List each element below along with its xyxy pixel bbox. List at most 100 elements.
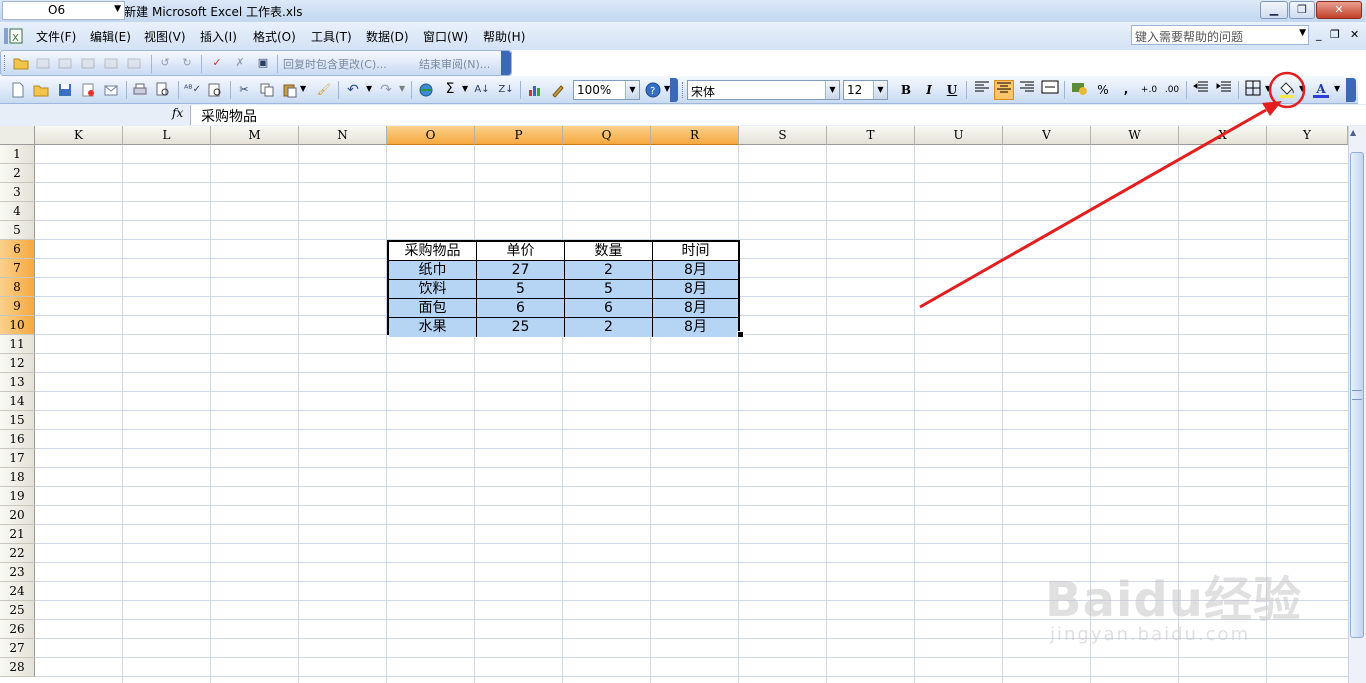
column-header-o[interactable]: O [387,126,475,145]
new-document-icon[interactable] [10,82,26,98]
table-header-cell[interactable]: 单价 [477,242,565,261]
menu-file[interactable]: 文件(F) [36,28,76,45]
workbook-minimize-button[interactable]: _ [1316,28,1322,41]
chevron-down-icon[interactable]: ▼ [366,84,372,93]
merge-center-button[interactable] [1040,80,1060,100]
help-search-input[interactable]: 键入需要帮助的问题 ▼ [1131,25,1309,45]
format-painter-icon[interactable]: 🖌 [316,82,332,98]
name-box[interactable]: O6 ▼ [2,1,125,20]
send-review-icon[interactable] [57,55,73,71]
menu-view[interactable]: 视图(V) [144,28,186,45]
chevron-down-icon[interactable]: ▼ [300,84,306,93]
column-header-l[interactable]: L [123,126,211,145]
sort-descending-icon[interactable]: Z↓ [498,82,514,98]
permission-icon[interactable] [80,82,96,98]
italic-button[interactable]: I [919,80,939,100]
open-folder-icon[interactable] [33,82,49,98]
row-header-15[interactable]: 15 [0,411,35,430]
row-header-22[interactable]: 22 [0,544,35,563]
hyperlink-icon[interactable] [418,82,434,98]
bold-button[interactable]: B [896,80,916,100]
drawing-icon[interactable] [550,82,566,98]
print-icon[interactable] [132,82,148,98]
chevron-down-icon[interactable]: ▼ [1299,28,1306,38]
column-header-v[interactable]: V [1003,126,1091,145]
column-header-w[interactable]: W [1091,126,1179,145]
table-cell[interactable]: 27 [477,261,565,280]
row-header-7[interactable]: 7 [0,259,35,278]
menu-insert[interactable]: 插入(I) [200,28,237,45]
fill-handle[interactable] [737,331,744,338]
chevron-down-icon[interactable]: ▼ [873,81,887,99]
align-center-button[interactable] [994,80,1014,100]
toolbar-grip[interactable] [682,82,686,98]
row-header-18[interactable]: 18 [0,468,35,487]
table-cell[interactable]: 8月 [653,299,738,318]
spelling-icon[interactable]: ᴬᴮ✓ [184,82,201,98]
table-header-cell[interactable]: 数量 [565,242,653,261]
align-right-button[interactable] [1017,80,1037,100]
toolbar-options-icon[interactable] [1346,78,1356,102]
table-cell[interactable]: 8月 [653,318,738,337]
row-header-6[interactable]: 6 [0,240,35,259]
row-header-28[interactable]: 28 [0,658,35,677]
row-header-27[interactable]: 27 [0,639,35,658]
font-size-select[interactable]: 12 ▼ [843,80,888,100]
next-change-icon[interactable]: ↻ [179,55,195,71]
end-review-button[interactable]: 结束审阅(N)... [419,56,490,72]
table-cell[interactable]: 2 [565,318,653,337]
row-header-24[interactable]: 24 [0,582,35,601]
chevron-down-icon[interactable]: ▼ [462,84,468,93]
borders-icon[interactable] [1243,80,1263,100]
restore-button[interactable]: ❐ [1289,1,1315,19]
chevron-down-icon[interactable]: ▼ [1334,84,1340,93]
table-cell[interactable]: 8月 [653,261,738,280]
underline-button[interactable]: U [942,80,962,100]
row-header-21[interactable]: 21 [0,525,35,544]
insert-function-icon[interactable]: fx [172,106,183,120]
comma-style-button[interactable]: , [1116,79,1136,99]
table-cell[interactable]: 5 [565,280,653,299]
column-header-u[interactable]: U [915,126,1003,145]
table-header-cell[interactable]: 采购物品 [389,242,477,261]
reply-with-changes-button[interactable]: 回复时包含更改(C)... [283,56,387,72]
row-header-9[interactable]: 9 [0,297,35,316]
formula-input[interactable]: 采购物品 [190,105,1366,125]
new-folder-icon[interactable] [13,55,29,71]
table-cell[interactable]: 6 [565,299,653,318]
menu-tools[interactable]: 工具(T) [311,28,352,45]
row-header-8[interactable]: 8 [0,278,35,297]
workbook-close-button[interactable]: ✕ [1350,28,1359,41]
chevron-down-icon[interactable]: ▼ [1265,84,1271,93]
menu-help[interactable]: 帮助(H) [483,28,525,45]
table-cell[interactable]: 水果 [389,318,477,337]
decrease-indent-button[interactable] [1191,80,1211,100]
redo-icon[interactable]: ↷ [378,82,394,98]
column-header-s[interactable]: S [739,126,827,145]
toolbar-options-icon[interactable] [670,78,678,102]
chevron-down-icon[interactable]: ▼ [399,84,405,93]
percent-button[interactable]: % [1093,80,1113,100]
row-header-1[interactable]: 1 [0,145,35,164]
row-header-2[interactable]: 2 [0,164,35,183]
column-header-m[interactable]: M [211,126,299,145]
toolbar-grip[interactable] [4,55,8,71]
menu-edit[interactable]: 编辑(E) [90,28,131,45]
row-header-5[interactable]: 5 [0,221,35,240]
increase-decimal-button[interactable]: +.0 [1139,80,1159,100]
paste-icon[interactable] [282,82,298,98]
increase-indent-button[interactable] [1214,80,1234,100]
reject-change-icon[interactable]: ✗ [232,55,248,71]
column-header-x[interactable]: X [1179,126,1267,145]
prev-change-icon[interactable]: ↺ [157,55,173,71]
row-header-19[interactable]: 19 [0,487,35,506]
row-header-23[interactable]: 23 [0,563,35,582]
table-cell[interactable]: 25 [477,318,565,337]
row-header-11[interactable]: 11 [0,335,35,354]
row-header-25[interactable]: 25 [0,601,35,620]
select-all-corner[interactable] [0,126,35,145]
column-header-r[interactable]: R [651,126,739,145]
table-cell[interactable]: 纸巾 [389,261,477,280]
reply-icon[interactable] [80,55,96,71]
row-header-20[interactable]: 20 [0,506,35,525]
